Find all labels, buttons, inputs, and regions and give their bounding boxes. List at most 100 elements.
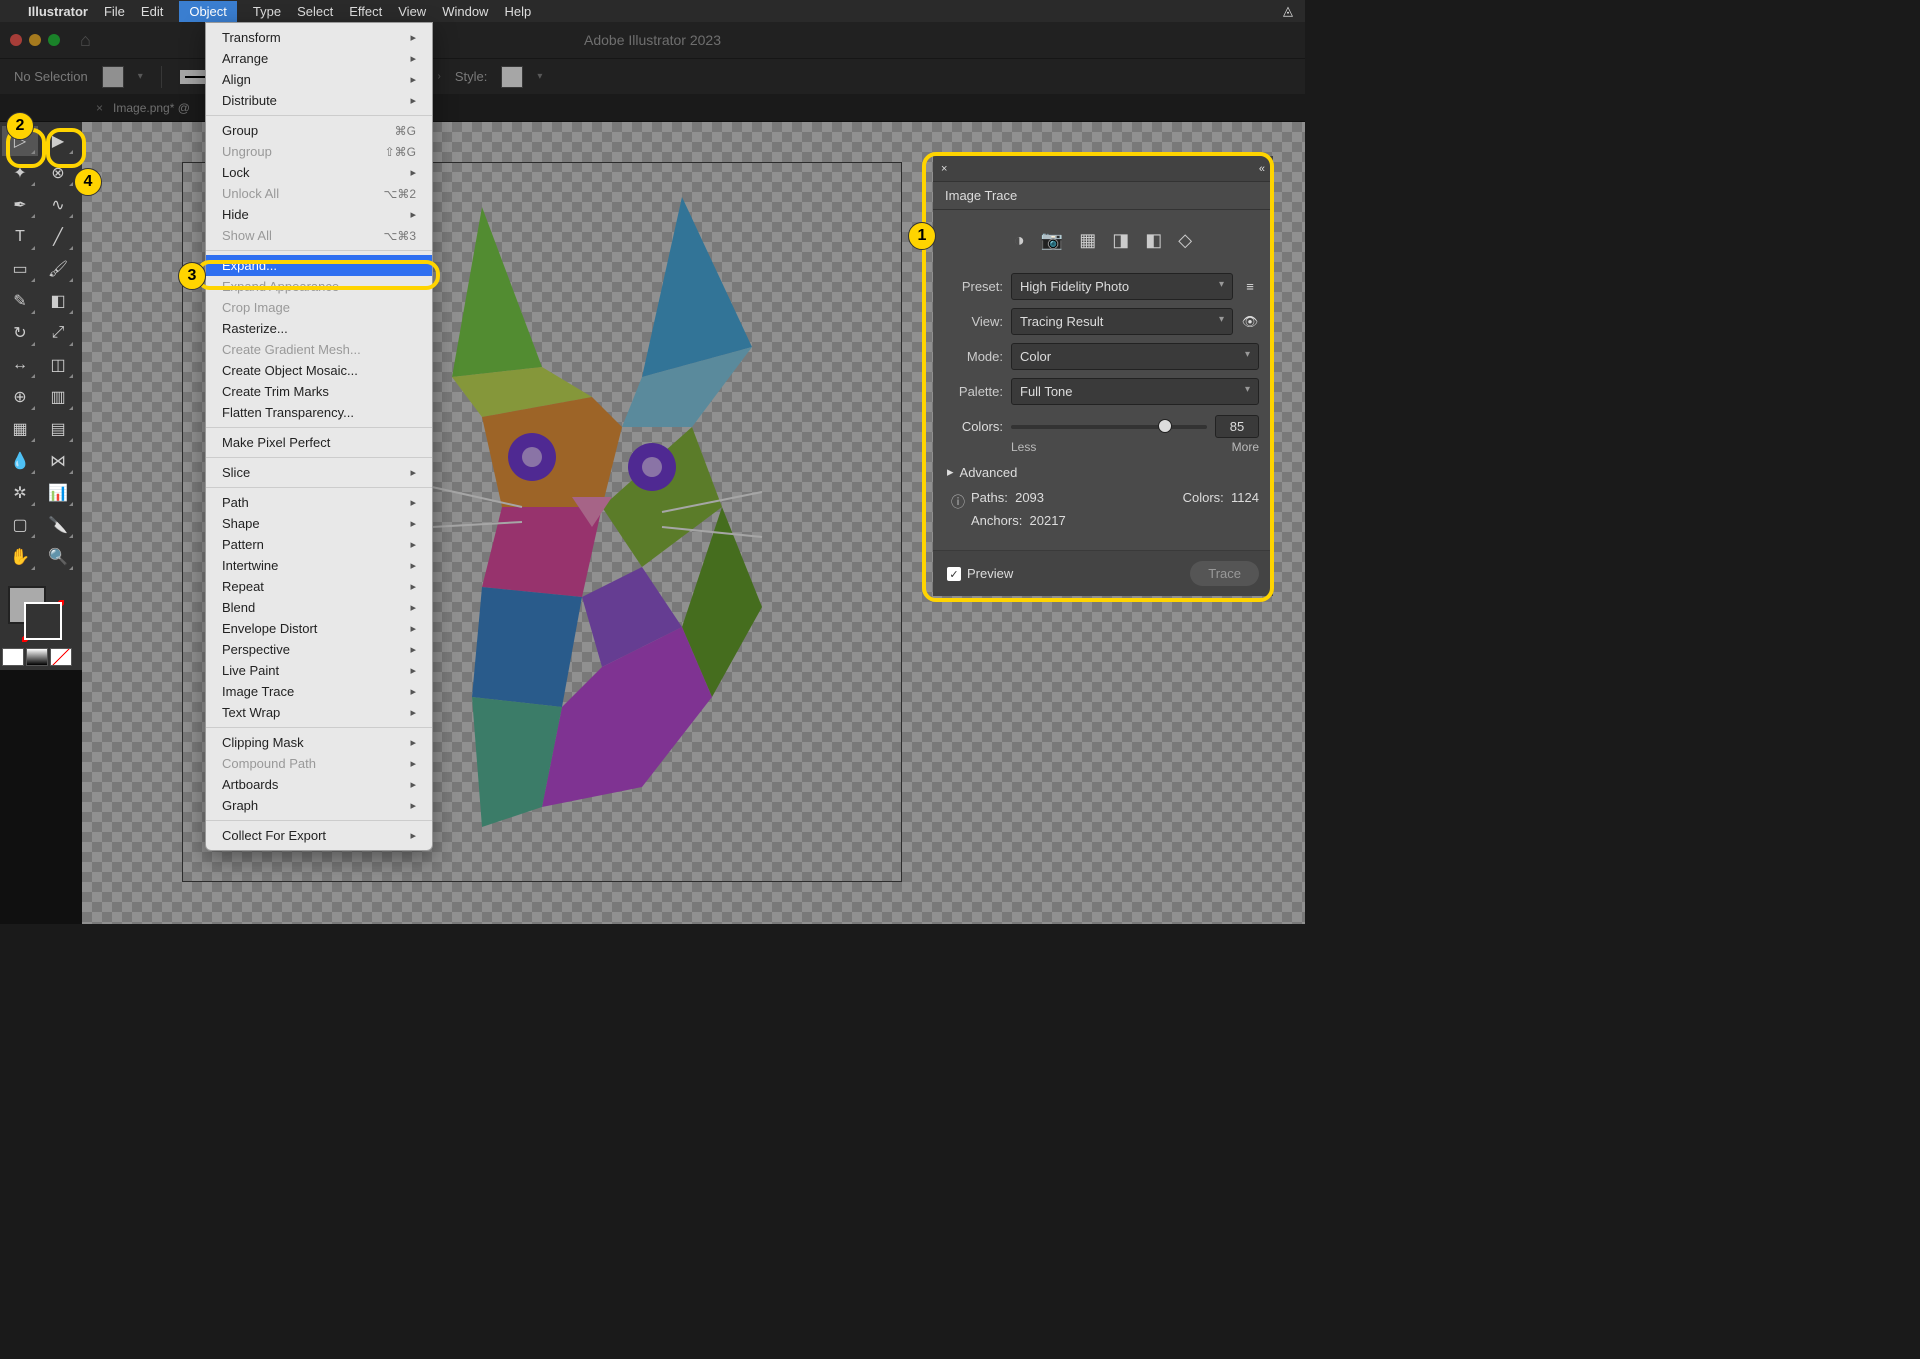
menu-item-blend[interactable]: Blend <box>206 597 432 618</box>
style-swatch[interactable] <box>501 66 523 88</box>
shaper-tool[interactable]: ✎ <box>2 286 38 316</box>
zoom-tool[interactable]: 🔍 <box>40 542 76 572</box>
menu-item-make-pixel-perfect[interactable]: Make Pixel Perfect <box>206 432 432 453</box>
menu-type[interactable]: Type <box>253 4 281 19</box>
menu-item-pattern[interactable]: Pattern <box>206 534 432 555</box>
menu-select[interactable]: Select <box>297 4 333 19</box>
menu-item-text-wrap[interactable]: Text Wrap <box>206 702 432 723</box>
chevron-down-icon[interactable]: ▾ <box>537 71 542 82</box>
perspective-tool[interactable]: ▥ <box>40 382 76 412</box>
tab-name[interactable]: Image.png* @ <box>113 101 190 115</box>
menu-item-hide[interactable]: Hide <box>206 204 432 225</box>
paintbrush-tool[interactable]: 🖌 <box>40 254 76 284</box>
palette-select[interactable]: Full Tone▾ <box>1011 378 1259 405</box>
fill-stroke-swatch[interactable] <box>2 582 74 642</box>
hand-tool[interactable]: ✋ <box>2 542 38 572</box>
menu-item-artboards[interactable]: Artboards <box>206 774 432 795</box>
mode-select[interactable]: Color▾ <box>1011 343 1259 370</box>
menu-item-slice[interactable]: Slice <box>206 462 432 483</box>
menu-item-create-trim-marks[interactable]: Create Trim Marks <box>206 381 432 402</box>
colors-value-input[interactable]: 85 <box>1215 415 1259 438</box>
home-icon[interactable]: ⌂ <box>80 30 91 51</box>
width-tool[interactable]: ↔ <box>2 350 38 380</box>
menu-window[interactable]: Window <box>442 4 488 19</box>
menu-item-path[interactable]: Path <box>206 492 432 513</box>
chevron-down-icon[interactable]: ▾ <box>138 71 143 82</box>
preset-select[interactable]: High Fidelity Photo▾ <box>1011 273 1233 300</box>
advanced-toggle[interactable]: ▸ Advanced <box>947 464 1259 480</box>
type-tool[interactable]: T <box>2 222 38 252</box>
image-trace-panel[interactable]: × « Image Trace ◑ 📷 ▦ ◨ ◧ ◇ Preset: High… <box>933 156 1273 596</box>
panel-collapse-icon[interactable]: « <box>1259 163 1265 175</box>
menu-item-live-paint[interactable]: Live Paint <box>206 660 432 681</box>
menu-item-graph[interactable]: Graph <box>206 795 432 816</box>
info-icon[interactable]: ⓘ <box>951 492 965 512</box>
auto-color-icon[interactable]: ◑ <box>1014 230 1025 251</box>
slice-tool[interactable]: 🔪 <box>40 510 76 540</box>
trace-button[interactable]: Trace <box>1190 561 1259 586</box>
direct-selection-tool[interactable]: ▶ <box>40 126 76 156</box>
gradient-tool[interactable]: ▤ <box>40 414 76 444</box>
menu-effect[interactable]: Effect <box>349 4 382 19</box>
chevron-right-icon[interactable]: › <box>438 71 441 82</box>
close-window-icon[interactable] <box>10 34 22 46</box>
pen-tool[interactable]: ✒ <box>2 190 38 220</box>
menu-item-collect-for-export[interactable]: Collect For Export <box>206 825 432 846</box>
menu-item-repeat[interactable]: Repeat <box>206 576 432 597</box>
menu-file[interactable]: File <box>104 4 125 19</box>
object-menu-dropdown[interactable]: TransformArrangeAlignDistributeGroup⌘GUn… <box>205 22 433 851</box>
camera-icon[interactable]: 📷 <box>1041 230 1063 251</box>
magic-wand-tool[interactable]: ✦ <box>2 158 38 188</box>
scale-tool[interactable]: ⤢ <box>40 318 76 348</box>
preview-checkbox[interactable]: ✓Preview <box>947 566 1013 582</box>
rectangle-tool[interactable]: ▭ <box>2 254 38 284</box>
menu-item-shape[interactable]: Shape <box>206 513 432 534</box>
menu-item-flatten-transparency-[interactable]: Flatten Transparency... <box>206 402 432 423</box>
panel-close-icon[interactable]: × <box>941 163 947 175</box>
shape-builder-tool[interactable]: ⊕ <box>2 382 38 412</box>
symbol-sprayer-tool[interactable]: ✲ <box>2 478 38 508</box>
menu-item-arrange[interactable]: Arrange <box>206 48 432 69</box>
menu-object[interactable]: Object <box>179 1 237 22</box>
grayscale-icon[interactable]: ◨ <box>1112 230 1129 251</box>
mesh-tool[interactable]: ▦ <box>2 414 38 444</box>
graph-tool[interactable]: 📊 <box>40 478 76 508</box>
maximize-window-icon[interactable] <box>48 34 60 46</box>
low-color-icon[interactable]: ▦ <box>1079 230 1096 251</box>
app-name[interactable]: Illustrator <box>28 4 88 19</box>
menu-item-expand-[interactable]: Expand... <box>206 255 432 276</box>
color-mode-row[interactable] <box>2 648 74 666</box>
menu-item-transform[interactable]: Transform <box>206 27 432 48</box>
view-select[interactable]: Tracing Result▾ <box>1011 308 1233 335</box>
lasso-tool[interactable]: ⊗ <box>40 158 76 188</box>
creative-cloud-icon[interactable]: ◬ <box>1283 3 1293 19</box>
menu-help[interactable]: Help <box>504 4 531 19</box>
menu-item-align[interactable]: Align <box>206 69 432 90</box>
menu-item-create-object-mosaic-[interactable]: Create Object Mosaic... <box>206 360 432 381</box>
menu-item-lock[interactable]: Lock <box>206 162 432 183</box>
eraser-tool[interactable]: ◧ <box>40 286 76 316</box>
menu-item-envelope-distort[interactable]: Envelope Distort <box>206 618 432 639</box>
outline-icon[interactable]: ◇ <box>1178 230 1192 251</box>
artboard-tool[interactable]: ▢ <box>2 510 38 540</box>
menu-item-image-trace[interactable]: Image Trace <box>206 681 432 702</box>
curvature-tool[interactable]: ∿ <box>40 190 76 220</box>
black-white-icon[interactable]: ◧ <box>1145 230 1162 251</box>
tab-close-icon[interactable]: × <box>96 101 103 115</box>
panel-tab-image-trace[interactable]: Image Trace <box>933 182 1029 209</box>
free-transform-tool[interactable]: ◫ <box>40 350 76 380</box>
menu-edit[interactable]: Edit <box>141 4 163 19</box>
blend-tool[interactable]: ⋈ <box>40 446 76 476</box>
menu-view[interactable]: View <box>398 4 426 19</box>
menu-item-clipping-mask[interactable]: Clipping Mask <box>206 732 432 753</box>
rotate-tool[interactable]: ↻ <box>2 318 38 348</box>
menu-item-rasterize-[interactable]: Rasterize... <box>206 318 432 339</box>
eye-icon[interactable]: 👁 <box>1241 314 1259 330</box>
menu-item-group[interactable]: Group⌘G <box>206 120 432 141</box>
menu-item-intertwine[interactable]: Intertwine <box>206 555 432 576</box>
eyedropper-tool[interactable]: 💧 <box>2 446 38 476</box>
fill-swatch[interactable] <box>102 66 124 88</box>
menu-item-distribute[interactable]: Distribute <box>206 90 432 111</box>
menu-item-perspective[interactable]: Perspective <box>206 639 432 660</box>
line-tool[interactable]: ╱ <box>40 222 76 252</box>
